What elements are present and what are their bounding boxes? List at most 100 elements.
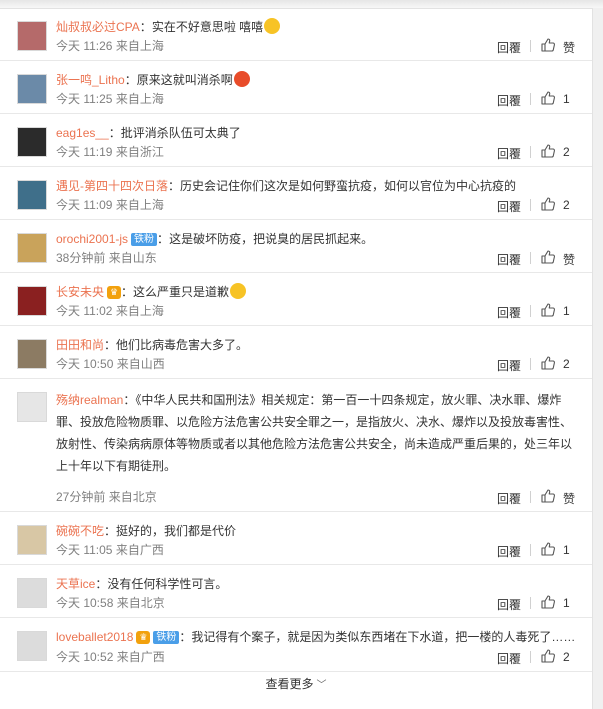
username-link[interactable]: 天草ice bbox=[56, 577, 95, 591]
comment-actions: 回覆 1 bbox=[497, 594, 577, 612]
timestamp: 今天 11:19 bbox=[56, 145, 113, 159]
comment-text: 这么严重只是道歉 bbox=[133, 285, 230, 299]
reply-button[interactable]: 回覆 bbox=[497, 596, 532, 613]
separator: ： bbox=[108, 126, 121, 140]
comment-actions: 回覆 赞 bbox=[497, 37, 577, 55]
comment-text: 我记得有个案子，就是因为类似东西堵在下水道，把一楼的人毒死了…… bbox=[191, 630, 576, 644]
thumbs-up-icon[interactable] bbox=[540, 90, 556, 106]
reply-button[interactable]: 回覆 bbox=[497, 145, 532, 162]
location: 来自北京 bbox=[116, 596, 165, 610]
username-link[interactable]: orochi2001-js bbox=[56, 232, 128, 246]
like-count[interactable]: 1 bbox=[563, 543, 570, 557]
timestamp: 今天 11:05 bbox=[56, 543, 113, 557]
comment-meta: 今天 10:52 来自广西 bbox=[56, 648, 165, 665]
avatar[interactable] bbox=[17, 339, 47, 369]
comment-actions: 回覆 2 bbox=[497, 196, 577, 214]
comment-line: eag1es__：批评消杀队伍可太典了 bbox=[56, 124, 580, 143]
thumbs-up-icon[interactable] bbox=[540, 594, 556, 610]
comment-text: 这是破坏防疫，把说臭的居民抓起来。 bbox=[169, 232, 374, 246]
username-link[interactable]: 遇见-第四十四次日落 bbox=[56, 179, 168, 193]
avatar[interactable] bbox=[17, 74, 47, 104]
comment-item: eag1es__：批评消杀队伍可太典了今天 11:19 来自浙江 回覆 2 bbox=[0, 114, 592, 167]
timestamp: 今天 10:52 bbox=[56, 650, 114, 664]
comment-item: loveballet2018 ♛ 铁粉 ：我记得有个案子，就是因为类似东西堵在下水道，… bbox=[0, 618, 592, 672]
comment-actions: 回覆 2 bbox=[497, 143, 577, 161]
comment-line: 遇见-第四十四次日落：历史会记住你们这次是如何野蛮抗疫，如何以官位为中心抗疫的 bbox=[56, 177, 580, 196]
comment-line: loveballet2018 ♛ 铁粉 ：我记得有个案子，就是因为类似东西堵在下水道，… bbox=[56, 628, 580, 647]
username-link[interactable]: 碗碗不吃 bbox=[56, 524, 104, 538]
thumbs-up-icon[interactable] bbox=[540, 37, 556, 53]
like-count[interactable]: 2 bbox=[563, 145, 570, 159]
timestamp: 今天 11:26 bbox=[56, 39, 113, 53]
username-link[interactable]: 灿叔叔必过CPA bbox=[56, 20, 140, 34]
location: 来自浙江 bbox=[115, 145, 164, 159]
reply-button[interactable]: 回覆 bbox=[497, 39, 532, 56]
thumbs-up-icon[interactable] bbox=[540, 249, 556, 265]
avatar[interactable] bbox=[17, 392, 47, 422]
username-link[interactable]: loveballet2018 bbox=[56, 630, 133, 644]
timestamp: 38分钟前 bbox=[56, 251, 106, 265]
avatar[interactable] bbox=[17, 21, 47, 51]
separator: ： bbox=[104, 338, 117, 352]
thumbs-up-icon[interactable] bbox=[540, 196, 556, 212]
username-link[interactable]: 殇纳realman bbox=[56, 393, 123, 407]
like-count[interactable]: 2 bbox=[563, 198, 570, 212]
reply-button[interactable]: 回覆 bbox=[497, 490, 532, 507]
reply-button[interactable]: 回覆 bbox=[497, 304, 532, 321]
like-count[interactable]: 1 bbox=[563, 304, 570, 318]
reply-button[interactable]: 回覆 bbox=[497, 357, 532, 374]
thumbs-up-icon[interactable] bbox=[540, 143, 556, 159]
location: 来自上海 bbox=[115, 92, 164, 106]
thumbs-up-icon[interactable] bbox=[540, 541, 556, 557]
separator: ： bbox=[124, 73, 137, 87]
username-link[interactable]: 张一鸣_Litho bbox=[56, 73, 125, 87]
separator: ： bbox=[157, 232, 170, 246]
avatar[interactable] bbox=[17, 233, 47, 263]
view-more-button[interactable]: 查看更多 ﹀ bbox=[0, 670, 592, 700]
like-count[interactable]: 赞 bbox=[563, 39, 575, 56]
reply-button[interactable]: 回覆 bbox=[497, 198, 532, 215]
reply-button[interactable]: 回覆 bbox=[497, 650, 532, 667]
avatar[interactable] bbox=[17, 127, 47, 157]
location: 来自广西 bbox=[116, 650, 165, 664]
avatar[interactable] bbox=[17, 180, 47, 210]
comment-line: 长安未央 ♛ ：这么严重只是道歉 bbox=[56, 283, 580, 302]
username-link[interactable]: 田田和尚 bbox=[56, 338, 104, 352]
thumbs-up-icon[interactable] bbox=[540, 302, 556, 318]
comment-actions: 回覆 赞 bbox=[497, 488, 577, 506]
comment-line: 天草ice：没有任何科学性可言。 bbox=[56, 575, 580, 594]
comment-line: 殇纳realman：《中华人民共和国刑法》相关规定：第一百一十四条规定，放火罪、… bbox=[56, 389, 580, 477]
like-count[interactable]: 1 bbox=[563, 596, 570, 610]
scrollbar[interactable] bbox=[592, 8, 603, 709]
reply-button[interactable]: 回覆 bbox=[497, 92, 532, 109]
thumbs-up-icon[interactable] bbox=[540, 648, 556, 664]
comment-actions: 回覆 1 bbox=[497, 541, 577, 559]
like-count[interactable]: 2 bbox=[563, 650, 570, 664]
thumbs-up-icon[interactable] bbox=[540, 488, 556, 504]
avatar[interactable] bbox=[17, 631, 47, 661]
avatar[interactable] bbox=[17, 286, 47, 316]
avatar[interactable] bbox=[17, 578, 47, 608]
comment-body: 碗碗不吃：挺好的，我们都是代价 bbox=[56, 522, 580, 541]
thumbs-up-icon[interactable] bbox=[540, 355, 556, 371]
like-count[interactable]: 2 bbox=[563, 357, 570, 371]
avatar[interactable] bbox=[17, 525, 47, 555]
comment-body: 田田和尚：他们比病毒危害大多了。 bbox=[56, 336, 580, 355]
like-count[interactable]: 赞 bbox=[563, 490, 575, 507]
like-count[interactable]: 赞 bbox=[563, 251, 575, 268]
comment-text: 挺好的，我们都是代价 bbox=[116, 524, 237, 538]
comment-body: 张一鸣_Litho：原来这就叫消杀啊 bbox=[56, 71, 580, 90]
reply-button[interactable]: 回覆 bbox=[497, 543, 532, 560]
username-link[interactable]: eag1es__ bbox=[56, 126, 109, 140]
comment-item: 殇纳realman：《中华人民共和国刑法》相关规定：第一百一十四条规定，放火罪、… bbox=[0, 379, 592, 512]
comment-item: 张一鸣_Litho：原来这就叫消杀啊 今天 11:25 来自上海 回覆 1 bbox=[0, 61, 592, 114]
crown-icon: ♛ bbox=[136, 631, 151, 644]
reply-button[interactable]: 回覆 bbox=[497, 251, 532, 268]
grin-emoji bbox=[264, 18, 281, 34]
comment-item: 遇见-第四十四次日落：历史会记住你们这次是如何野蛮抗疫，如何以官位为中心抗疫的今… bbox=[0, 167, 592, 220]
like-count[interactable]: 1 bbox=[563, 92, 570, 106]
username-link[interactable]: 长安未央 bbox=[56, 285, 104, 299]
comment-meta: 今天 11:25 来自上海 bbox=[56, 90, 164, 107]
timestamp: 今天 11:02 bbox=[56, 304, 113, 318]
separator: ： bbox=[121, 285, 134, 299]
